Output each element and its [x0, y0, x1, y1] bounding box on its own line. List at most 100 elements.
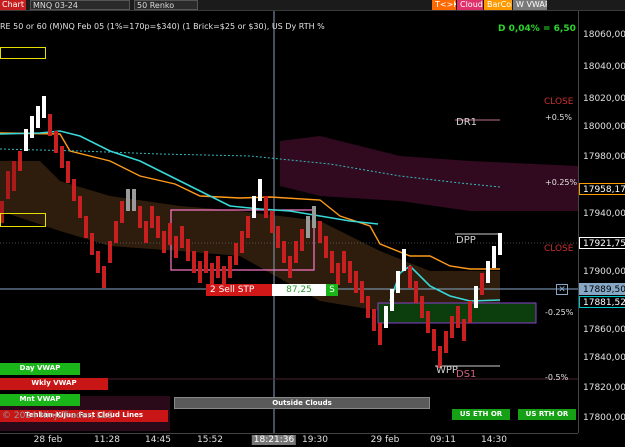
- bar-type-selector[interactable]: 50 Renko: [134, 0, 198, 10]
- price-tick: 18040,00: [583, 62, 625, 72]
- renko-brick: [204, 251, 208, 273]
- renko-brick: [402, 249, 406, 271]
- session-button-us-rth-or[interactable]: US RTH OR: [518, 409, 576, 420]
- time-tick: 14:30: [481, 435, 507, 445]
- renko-brick: [378, 323, 382, 345]
- renko-brick: [84, 216, 88, 238]
- renko-brick: [444, 331, 448, 353]
- renko-brick: [240, 231, 244, 253]
- renko-brick: [18, 151, 22, 171]
- renko-brick: [390, 289, 394, 311]
- renko-brick: [354, 271, 358, 293]
- renko-brick: [408, 266, 412, 288]
- renko-brick: [432, 329, 436, 351]
- renko-brick: [90, 233, 94, 255]
- renko-brick: [474, 286, 478, 308]
- renko-brick: [336, 263, 340, 285]
- legend-wkly-vwap[interactable]: Wkly VWAP: [0, 378, 108, 390]
- renko-brick: [468, 301, 472, 323]
- toolbar-button-w-vwap[interactable]: W VWAP: [513, 0, 547, 10]
- renko-brick: [48, 114, 52, 136]
- renko-brick: [216, 256, 220, 278]
- price-chart[interactable]: RE 50 or 60 (M)NQ Feb 05 (1%=170p=$340) …: [0, 11, 578, 433]
- renko-brick: [72, 179, 76, 201]
- renko-brick: [168, 223, 172, 245]
- renko-brick: [342, 251, 346, 273]
- renko-brick: [108, 241, 112, 263]
- outside-clouds-status: Outside Clouds: [174, 397, 430, 409]
- chart-canvas[interactable]: [0, 11, 578, 433]
- cursor-time-label: 18:21:36: [251, 435, 297, 445]
- renko-brick: [180, 226, 184, 248]
- renko-brick: [192, 251, 196, 273]
- session-button-us-eth-or[interactable]: US ETH OR: [452, 409, 510, 420]
- renko-brick: [144, 221, 148, 243]
- renko-brick: [324, 236, 328, 258]
- renko-brick: [318, 221, 322, 243]
- copyright: © 2024 NinjaTrader, LLC: [2, 411, 113, 421]
- sell-stop-price[interactable]: 87,25: [272, 284, 326, 296]
- renko-brick: [24, 129, 28, 151]
- sell-stop-order[interactable]: 2 Sell STP: [206, 284, 272, 296]
- renko-brick: [30, 116, 34, 138]
- price-tick: 17900,00: [583, 267, 625, 277]
- ichimoku-cloud-upper: [280, 136, 578, 211]
- renko-brick: [6, 171, 10, 199]
- renko-brick: [12, 161, 16, 191]
- close-order-icon[interactable]: ✕: [556, 284, 568, 295]
- legend-day-vwap[interactable]: Day VWAP: [0, 363, 80, 375]
- dr1-label: DR1: [456, 117, 478, 128]
- time-axis[interactable]: 28 feb 11:28 14:45 15:52 18:21:36 19:30 29 feb…: [0, 433, 578, 447]
- wpp-label: WPP: [436, 365, 458, 376]
- time-tick: 14:45: [145, 435, 171, 445]
- renko-brick: [96, 251, 100, 273]
- sell-stop-badge[interactable]: S: [326, 284, 338, 296]
- renko-brick: [300, 229, 304, 251]
- renko-brick: [228, 256, 232, 278]
- toolbar-button-cloud[interactable]: Cloud: [457, 0, 483, 10]
- renko-brick: [450, 316, 454, 338]
- renko-brick: [366, 296, 370, 318]
- time-tick: 09:11: [430, 435, 456, 445]
- renko-brick: [264, 196, 268, 218]
- renko-brick: [162, 231, 166, 253]
- renko-brick: [132, 189, 136, 211]
- renko-brick: [138, 206, 142, 228]
- renko-brick: [156, 216, 160, 238]
- renko-brick: [426, 311, 430, 333]
- renko-brick: [462, 319, 466, 341]
- renko-brick: [330, 251, 334, 273]
- price-marker-label: 17889,50: [579, 283, 625, 295]
- instrument-selector[interactable]: MNQ 03-24: [30, 0, 130, 10]
- toolbar-button-t-k[interactable]: T<>K: [432, 0, 456, 10]
- daily-change: D 0,04% = 6,50: [498, 24, 576, 34]
- legend-mnt-vwap[interactable]: Mnt VWAP: [0, 394, 80, 406]
- price-tick: 17860,00: [583, 325, 625, 335]
- renko-brick: [486, 261, 490, 283]
- plus-0-25-label: +0.25%: [545, 178, 578, 187]
- renko-brick: [258, 179, 262, 201]
- chart-info-line: RE 50 or 60 (M)NQ Feb 05 (1%=170p=$340) …: [0, 22, 325, 31]
- chart-menu-button[interactable]: Chart: [0, 0, 26, 10]
- renko-brick: [252, 196, 256, 218]
- plus-0-5-label: +0.5%: [545, 113, 573, 122]
- price-tick: 18020,00: [583, 94, 625, 104]
- minus-0-5-label: -0.5%: [545, 373, 569, 382]
- renko-brick: [360, 281, 364, 303]
- renko-brick: [384, 306, 388, 328]
- price-tick: 17940,00: [583, 209, 625, 219]
- info-box-mid: [0, 213, 46, 227]
- info-box-top: [0, 47, 46, 59]
- renko-brick: [396, 271, 400, 293]
- renko-brick: [234, 243, 238, 265]
- close-label-lower: CLOSE: [544, 244, 574, 254]
- renko-brick: [420, 296, 424, 318]
- renko-brick: [198, 261, 202, 283]
- renko-brick: [294, 241, 298, 263]
- time-tick: 19:30: [302, 435, 328, 445]
- price-axis[interactable]: 18060,00 18040,00 18020,00 18000,00 17980,00…: [578, 11, 625, 433]
- renko-brick: [126, 189, 130, 211]
- renko-brick: [306, 216, 310, 238]
- toolbar-button-barcol[interactable]: BarCol: [484, 0, 512, 10]
- dpp-label: DPP: [456, 235, 476, 246]
